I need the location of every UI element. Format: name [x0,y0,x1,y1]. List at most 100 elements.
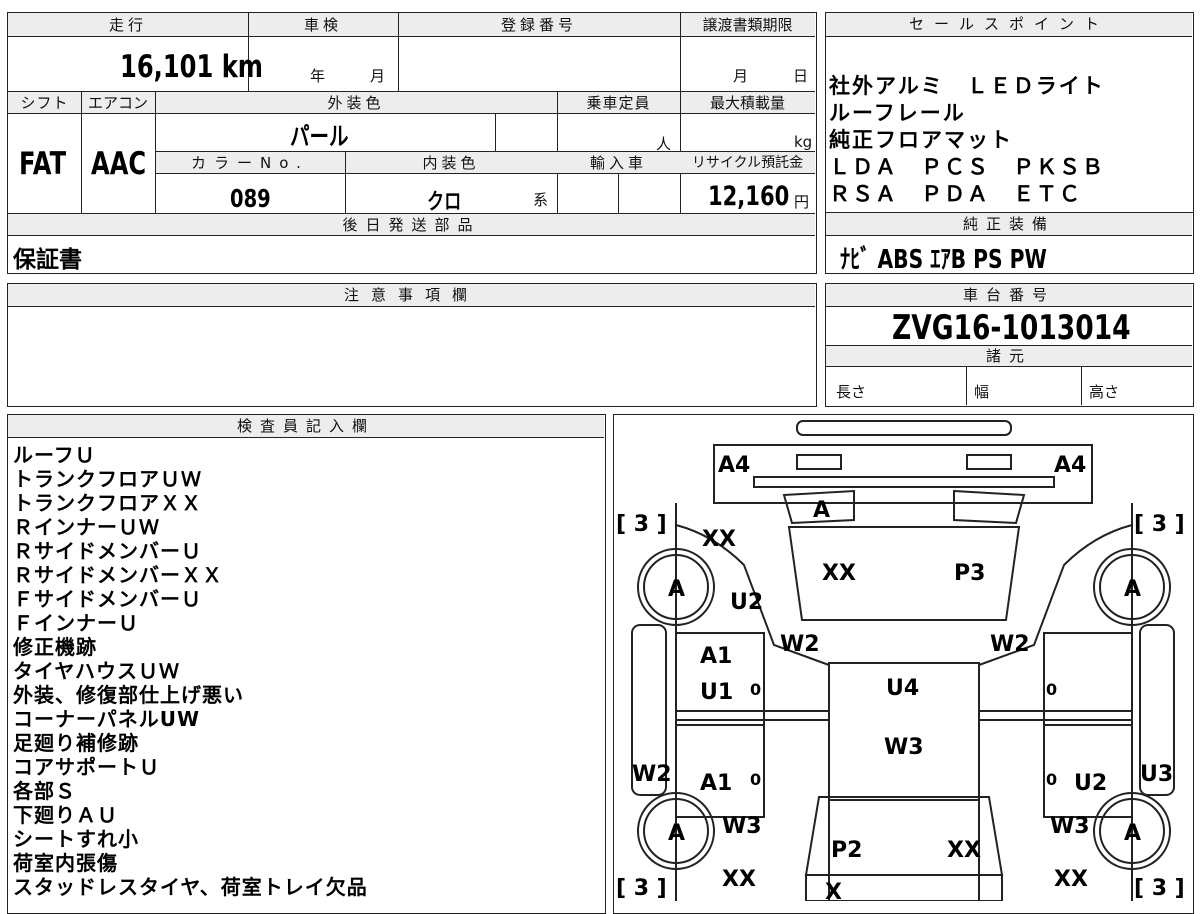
aircon-label: エアコン [87,94,148,112]
label-zero-3: 0 [750,770,761,789]
vehicle-info-table: 走行 車検 登録番号 譲渡書類期限 16,101 km 年 月 月 日 シフト … [7,12,817,274]
mileage-value: 16,101 km [120,49,264,85]
shift-value: FAT [19,146,67,182]
inspector-note: ルーフＵ [13,443,96,467]
inspector-note: スタッドレスタイヤ、荷室トレイ欠品 [13,875,368,899]
shaken-year: 年 [310,67,326,85]
label-w3-roof: W3 [884,735,924,760]
interior-color-value: クロ [427,190,462,215]
label-xx-hood: XX [947,838,981,863]
inspector-notes-box: 検査員記入欄 ルーフＵ トランクフロアＵＷ トランクフロアＸＸ ＲインナーＵＷ … [7,414,606,914]
standard-equipment-value: ﾅﾋﾞ ABS ｴｱB PS PW [840,245,1047,275]
inspector-note: ＲサイドメンバーＵ [13,539,202,563]
label-w2-side-left: W2 [632,762,672,787]
mileage-label: 走行 [108,16,147,34]
label-zero-4: 0 [1046,770,1057,789]
inspector-note: 各部Ｓ [13,779,76,803]
label-xx-front-right: XX [1054,867,1088,892]
color-number-value: 089 [230,184,271,213]
label-bracket-left-top: [ 3 ] [616,512,667,537]
label-zero-2: 0 [1046,680,1057,699]
inspector-notes-label: 検査員記入欄 [8,415,604,438]
label-a4-left: A4 [718,453,750,478]
inspector-note: トランクフロアＵＷ [13,467,202,491]
label-w2-left: W2 [780,632,820,657]
chassis-number-label: 車台番号 [826,284,1192,307]
label-w3-front-right: W3 [1050,814,1090,839]
label-w3-front-left: W3 [722,814,762,839]
rear-bumper-shape [796,420,1012,436]
chassis-number-value: ZVG16-1013014 [892,308,1131,348]
car-damage-diagram: A4 A4 A [ 3 ] [ 3 ] XX XX P3 A A U2 W2 W… [616,420,1185,901]
inspector-note: ＦインナーＵ [13,611,139,635]
label-xx-front-left: XX [722,867,756,892]
label-a1-left-bottom: A1 [700,771,732,796]
recycle-unit: 円 [794,193,810,211]
later-parts-label: 後日発送部品 [342,216,481,234]
shaken-month: 月 [370,67,386,85]
label-w2-right: W2 [990,632,1030,657]
sales-point-line: ＲＳＡ ＰＤＡ ＥＴＣ [829,182,1082,206]
later-parts-value: 保証書 [13,247,82,273]
label-wheel-rear-left: A [668,577,685,602]
label-u4-roof: U4 [886,676,919,701]
sales-point-line: 純正フロアマット [829,128,1013,152]
side-left-shape [675,524,830,901]
label-u1-left: U1 [700,680,733,705]
exterior-color-label: 外装色 [327,94,385,112]
capacity-label: 乗車定員 [586,94,651,112]
notes-label: 注意事項欄 [8,284,815,307]
label-bracket-left-bottom: [ 3 ] [616,876,667,901]
inspector-note: シートすれ小 [13,827,139,851]
label-trunk-a: A [813,498,830,523]
width-label: 幅 [974,383,990,401]
label-bracket-right-top: [ 3 ] [1134,512,1185,537]
label-p2-hood: P2 [831,838,862,863]
interior-color-suffix: 系 [533,191,549,209]
chassis-box: 車台番号 ZVG16-1013014 諸元 長さ 幅 高さ [825,283,1194,407]
label-wheel-rear-right: A [1124,577,1141,602]
inspector-notes-lines: ルーフＵ トランクフロアＵＷ トランクフロアＸＸ ＲインナーＵＷ Ｒサイドメンバ… [13,443,603,899]
sales-point-line: 社外アルミ ＬＥＤライト [829,74,1105,98]
aircon-value: AAC [91,146,147,182]
transfer-deadline-label: 譲渡書類期限 [702,16,793,34]
inspector-note: 荷室内張傷 [13,851,118,875]
label-u2-right-bottom: U2 [1074,771,1107,796]
inspector-note: 外装、修復部仕上げ悪い [13,683,244,707]
exterior-color-value: パール [290,122,349,151]
inspector-note: 足廻り補修跡 [13,731,139,755]
sales-point-lines: 社外アルミ ＬＥＤライト ルーフレール 純正フロアマット ＬＤＡ ＰＣＳ ＰＫＳ… [829,73,1191,208]
height-label: 高さ [1089,383,1120,401]
shaken-label: 車検 [303,16,342,34]
standard-equipment-label: 純正装備 [826,213,1192,236]
damage-diagram-box: A4 A4 A [ 3 ] [ 3 ] XX XX P3 A A U2 W2 W… [613,414,1194,914]
label-xx-trunk: XX [822,561,856,586]
inspector-note: コアサポートＵ [13,755,160,779]
label-a1-left-top: A1 [700,644,732,669]
label-wheel-front-right: A [1124,821,1141,846]
transfer-day: 日 [793,67,809,85]
rear-lamp-right-shape [966,454,1012,470]
inspector-note: 修正機跡 [13,635,97,659]
label-a4-right: A4 [1054,453,1086,478]
windshield-shape [804,796,1004,876]
inspector-note: ＲサイドメンバーＸＸ [13,563,223,587]
registration-number-label: 登録番号 [500,16,577,34]
transfer-month: 月 [733,67,749,85]
inspector-note: タイヤハウスＵＷ [13,659,180,683]
color-number-label: カラーNo. [191,154,309,172]
notes-box: 注意事項欄 [7,283,817,407]
recycle-value: 12,160 [708,181,790,212]
inspector-note: 下廻りＡＵ [13,803,118,827]
inspector-note: ＦサイドメンバーＵ [13,587,202,611]
sales-point-line: ＬＤＡ ＰＣＳ ＰＫＳＢ [829,155,1105,179]
label-zero-1: 0 [750,680,761,699]
inspector-note: ＲインナーＵＷ [13,515,160,539]
sales-point-label: セールスポイント [826,13,1192,37]
label-bracket-right-bottom: [ 3 ] [1134,876,1185,901]
rear-lamp-left-shape [796,454,842,470]
label-xx-rear-left: XX [702,527,736,552]
max-load-unit: kg [794,133,813,151]
label-u3-side-right: U3 [1140,762,1173,787]
interior-color-label: 内装色 [422,154,480,172]
